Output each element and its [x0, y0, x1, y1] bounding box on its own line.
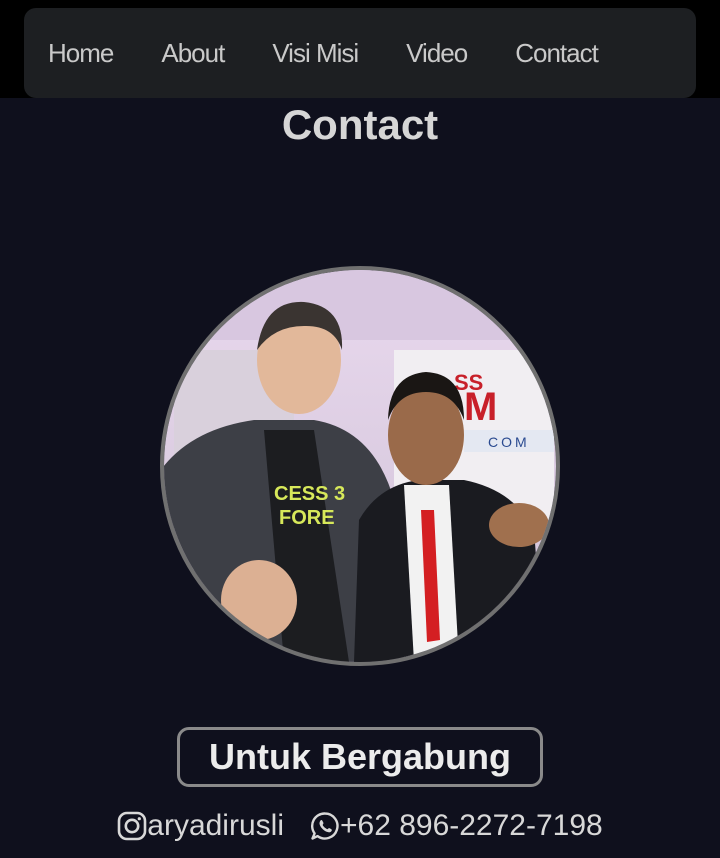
instagram-link[interactable]: aryadirusli — [117, 809, 284, 843]
whatsapp-link[interactable]: +62 896-2272-7198 — [310, 809, 603, 843]
svg-text:CESS 3: CESS 3 — [274, 483, 345, 505]
profile-photo: M SS COM CESS 3 FORE — [160, 266, 560, 666]
whatsapp-icon — [310, 811, 340, 841]
nav-item-about[interactable]: About — [161, 40, 225, 66]
instagram-handle: aryadirusli — [147, 809, 284, 842]
instagram-icon — [117, 811, 147, 841]
nav-item-home[interactable]: Home — [48, 40, 114, 66]
contact-row: aryadirusli +62 896-2272-7198 — [0, 804, 720, 848]
navbar: Home About Visi Misi Video Contact — [24, 8, 696, 98]
join-button[interactable]: Untuk Bergabung — [177, 727, 543, 787]
nav-item-visi-misi[interactable]: Visi Misi — [272, 40, 359, 66]
svg-text:COM: COM — [488, 434, 530, 450]
profile-photo-image: M SS COM CESS 3 FORE — [164, 270, 556, 662]
nav-item-video[interactable]: Video — [406, 40, 468, 66]
whatsapp-number: +62 896-2272-7198 — [339, 809, 603, 842]
svg-text:FORE: FORE — [279, 507, 335, 529]
nav-item-contact[interactable]: Contact — [515, 40, 599, 66]
page-title: Contact — [281, 101, 439, 148]
